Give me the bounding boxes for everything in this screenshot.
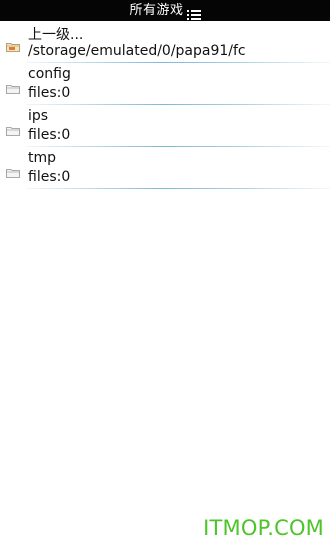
list-item-parent-folder[interactable]: 上一级... /storage/emulated/0/papa91/fc [0,21,330,63]
list-item-file-count: files:0 [28,169,71,185]
menu-list-icon [186,5,201,20]
file-list: 上一级... /storage/emulated/0/papa91/fc con… [0,21,330,189]
list-item-file-count: files:0 [28,85,71,101]
header-title: 所有游戏 [129,3,184,18]
list-item-folder[interactable]: config files:0 [0,63,330,105]
list-item-name: ips [28,108,49,124]
list-item-name: config [28,66,71,82]
list-item-file-count: files:0 [28,127,71,143]
folder-up-icon [6,37,20,52]
screen: 所有游戏 上一级... /storage/emulated/0/papa91/f… [0,0,330,550]
folder-icon [6,79,20,94]
list-item-name: 上一级... [28,27,84,43]
list-item-folder[interactable]: ips files:0 [0,105,330,147]
list-item-path: /storage/emulated/0/papa91/fc [28,43,246,59]
list-item-folder[interactable]: tmp files:0 [0,147,330,189]
folder-icon [6,163,20,178]
games-menu-header[interactable]: 所有游戏 [0,0,330,21]
list-item-name: tmp [28,150,57,166]
row-divider [26,188,330,189]
watermark-logo: ITMOP.COM [203,516,324,540]
folder-icon [6,121,20,136]
